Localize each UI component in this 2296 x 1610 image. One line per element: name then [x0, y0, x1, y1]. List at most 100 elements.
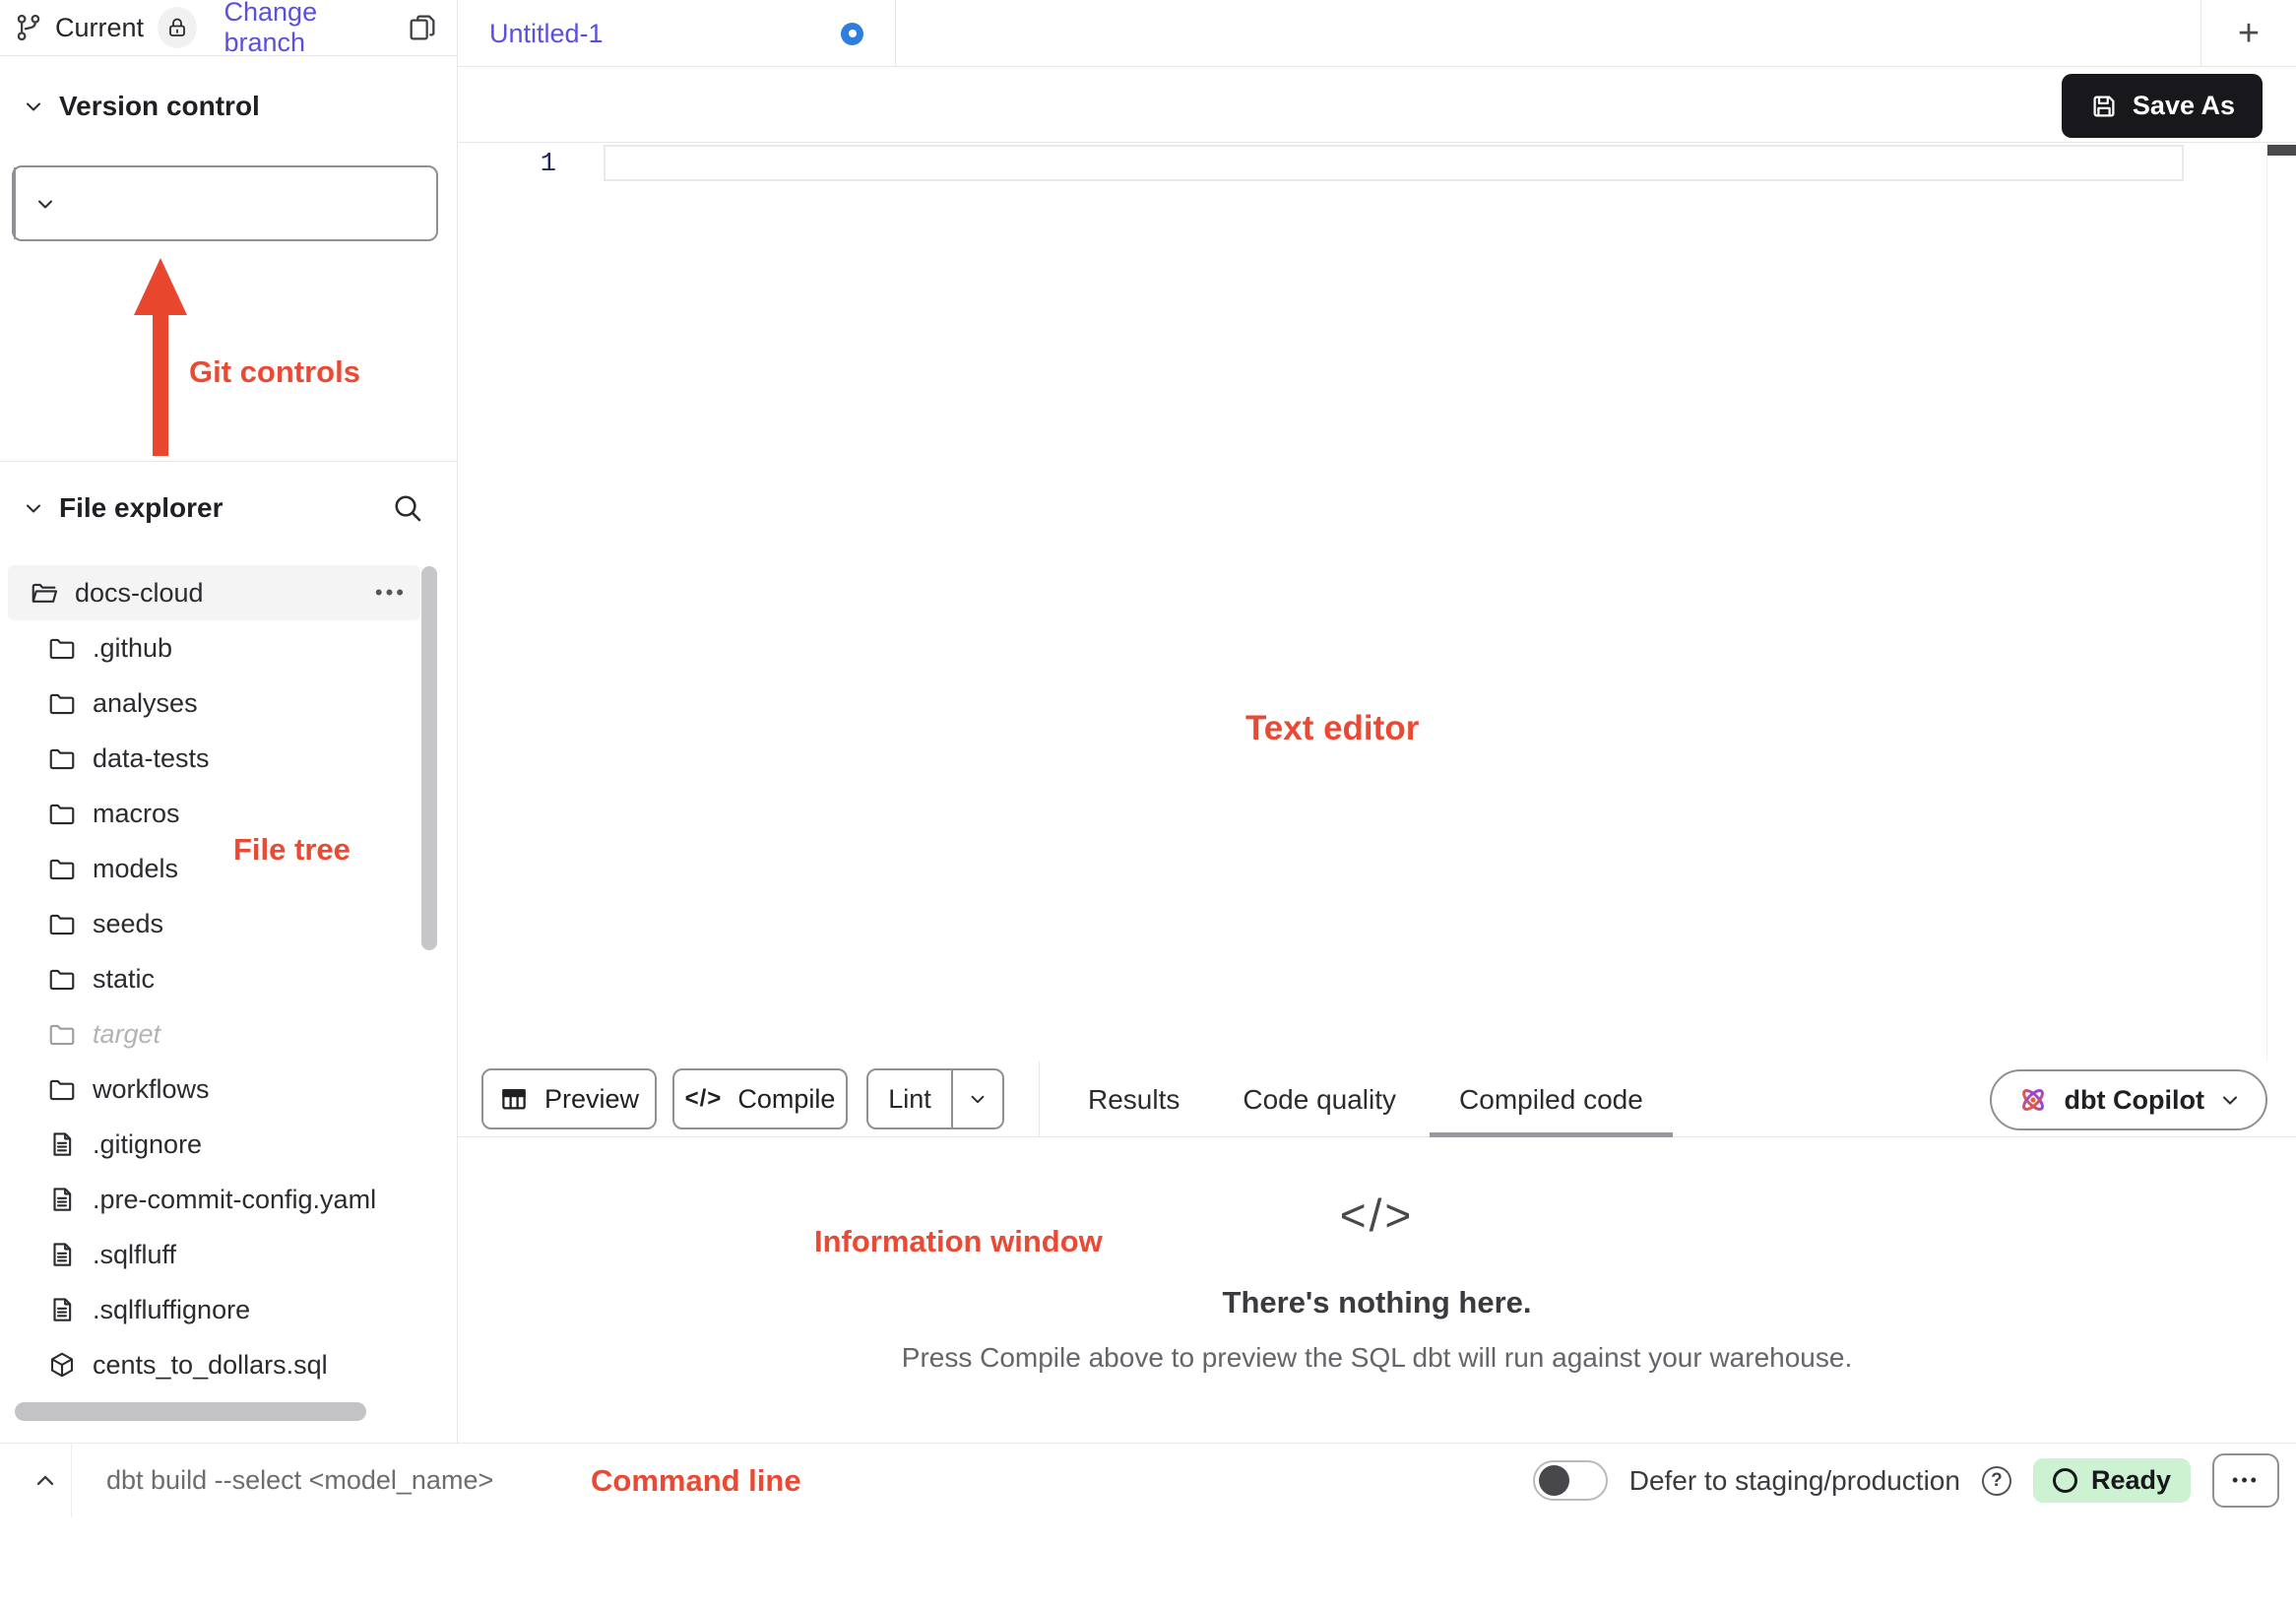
git-branch-icon	[14, 13, 43, 42]
file-tree-vertical-scrollbar[interactable]	[421, 566, 437, 950]
text-editor[interactable]: 1 Text editor	[458, 143, 2296, 1062]
annotation-file-tree: File tree	[233, 832, 351, 868]
empty-state-subtitle: Press Compile above to preview the SQL d…	[902, 1342, 1852, 1374]
file-tree-item[interactable]: .pre-commit-config.yaml	[0, 1172, 458, 1227]
annotation-text-editor: Text editor	[1245, 709, 1419, 748]
file-tree-item[interactable]: models	[0, 841, 458, 896]
file-tree-item-root[interactable]: docs-cloud •••	[8, 565, 420, 620]
defer-toggle[interactable]	[1533, 1460, 1608, 1501]
file-tree-item[interactable]: .github	[0, 620, 458, 676]
lint-dropdown[interactable]	[951, 1070, 1002, 1127]
chevron-up-icon[interactable]	[26, 1463, 65, 1499]
editor-active-line[interactable]	[604, 145, 2184, 181]
unsaved-changes-dot[interactable]	[841, 23, 863, 45]
editor-tab-bar: Untitled-1 +	[458, 0, 2296, 67]
main-area: Untitled-1 + Save As 1 Text editor	[458, 0, 2296, 1443]
editor-scrollbar-track	[2266, 143, 2267, 1062]
file-tree-item-label: .sqlfluff	[93, 1240, 176, 1270]
create-branch-button[interactable]: Create branch	[12, 165, 438, 241]
file-tree-item-label: data-tests	[93, 743, 210, 774]
overflow-menu-button[interactable]: •••	[2212, 1453, 2279, 1508]
sidebar-divider	[0, 461, 458, 462]
status-ring-icon	[2053, 1468, 2077, 1493]
version-control-section-header[interactable]: Version control	[22, 91, 260, 122]
preview-button[interactable]: Preview	[481, 1068, 657, 1129]
file-tree-item-target[interactable]: target	[0, 1006, 458, 1062]
dbt-copilot-label: dbt Copilot	[2065, 1085, 2204, 1116]
file-tree-item-label: docs-cloud	[75, 578, 204, 609]
file-explorer-heading: File explorer	[59, 492, 223, 524]
line-number: 1	[458, 147, 556, 182]
change-branch-link[interactable]: Change branch	[224, 0, 396, 58]
annotation-git-controls: Git controls	[189, 354, 360, 390]
file-icon	[47, 1185, 77, 1214]
git-controls-arrow	[134, 258, 187, 315]
compile-label: Compile	[737, 1084, 835, 1115]
tab-code-quality[interactable]: Code quality	[1243, 1062, 1396, 1137]
chevron-down-icon	[2218, 1088, 2242, 1112]
file-tree-item[interactable]: macros	[0, 786, 458, 841]
empty-state-title: There's nothing here.	[1223, 1285, 1532, 1320]
file-icon	[47, 1129, 77, 1159]
defer-label: Defer to staging/production	[1629, 1465, 1960, 1497]
file-tree-item-label: analyses	[93, 688, 198, 719]
file-tree-item[interactable]: cents_to_dollars.sql	[0, 1337, 458, 1392]
file-tree-horizontal-scrollbar[interactable]	[15, 1402, 366, 1421]
folder-icon	[47, 1074, 77, 1104]
file-tree-item[interactable]: data-tests	[0, 731, 458, 786]
chevron-down-icon	[22, 95, 45, 118]
chevron-down-icon	[22, 496, 45, 520]
file-tree-item[interactable]: analyses	[0, 676, 458, 731]
command-bar-right: Defer to staging/production ? Ready •••	[1533, 1444, 2279, 1517]
command-bar-divider	[71, 1444, 72, 1517]
model-cube-icon	[47, 1350, 77, 1380]
save-as-button[interactable]: Save As	[2062, 74, 2263, 138]
file-tree: docs-cloud ••• .github analyses data-tes…	[0, 565, 458, 1392]
create-branch-dropdown[interactable]	[14, 167, 75, 239]
file-icon	[47, 1240, 77, 1269]
file-tree-item[interactable]: workflows	[0, 1062, 458, 1117]
editor-scrollbar-thumb[interactable]	[2267, 145, 2296, 156]
file-tree-item[interactable]: .sqlfluffignore	[0, 1282, 458, 1337]
tab-untitled-1[interactable]: Untitled-1	[458, 0, 896, 67]
status-label: Ready	[2091, 1465, 2171, 1496]
file-explorer-section-header[interactable]: File explorer	[22, 492, 223, 524]
save-as-label: Save As	[2133, 91, 2235, 121]
file-tree-item-label: macros	[93, 799, 180, 829]
file-tree-item-label: target	[93, 1019, 160, 1050]
kebab-menu-icon[interactable]: •••	[375, 580, 407, 606]
file-tree-item[interactable]: .sqlfluff	[0, 1227, 458, 1282]
save-icon	[2089, 92, 2119, 121]
compile-button[interactable]: </> Compile	[672, 1068, 848, 1129]
command-input[interactable]	[106, 1457, 540, 1503]
toggle-knob	[1539, 1465, 1569, 1496]
file-tree-item-label: models	[93, 854, 178, 884]
branch-locked-chip	[158, 7, 196, 48]
lint-button[interactable]: Lint	[868, 1070, 951, 1127]
file-tree-item-label: .gitignore	[93, 1129, 202, 1160]
file-tree-item-label: .github	[93, 633, 172, 664]
file-tree-item-label: workflows	[93, 1074, 210, 1105]
search-icon[interactable]	[390, 490, 425, 526]
tab-compiled-code[interactable]: Compiled code	[1459, 1062, 1643, 1137]
file-tree-item[interactable]: static	[0, 951, 458, 1006]
annotation-information-window: Information window	[814, 1224, 1103, 1259]
help-icon[interactable]: ?	[1982, 1466, 2011, 1496]
folder-icon	[47, 854, 77, 883]
lock-icon	[165, 16, 189, 39]
annotation-command-line: Command line	[591, 1463, 801, 1499]
dbt-copilot-button[interactable]: dbt Copilot	[1990, 1069, 2267, 1130]
tab-title: Untitled-1	[489, 19, 604, 49]
file-tree-item[interactable]: .gitignore	[0, 1117, 458, 1172]
dbt-copilot-icon	[2015, 1082, 2051, 1118]
command-bar: Command line Defer to staging/production…	[0, 1443, 2296, 1516]
status-badge: Ready	[2033, 1458, 2191, 1503]
code-icon: </>	[1340, 1189, 1415, 1242]
code-icon: </>	[685, 1085, 723, 1113]
tab-results[interactable]: Results	[1088, 1062, 1180, 1137]
file-tree-item[interactable]: seeds	[0, 896, 458, 951]
information-window: </> There's nothing here. Press Compile …	[458, 1137, 2296, 1443]
current-branch-label: Current	[55, 13, 144, 43]
copy-icon[interactable]	[407, 12, 438, 43]
new-tab-button[interactable]: +	[2200, 0, 2296, 67]
